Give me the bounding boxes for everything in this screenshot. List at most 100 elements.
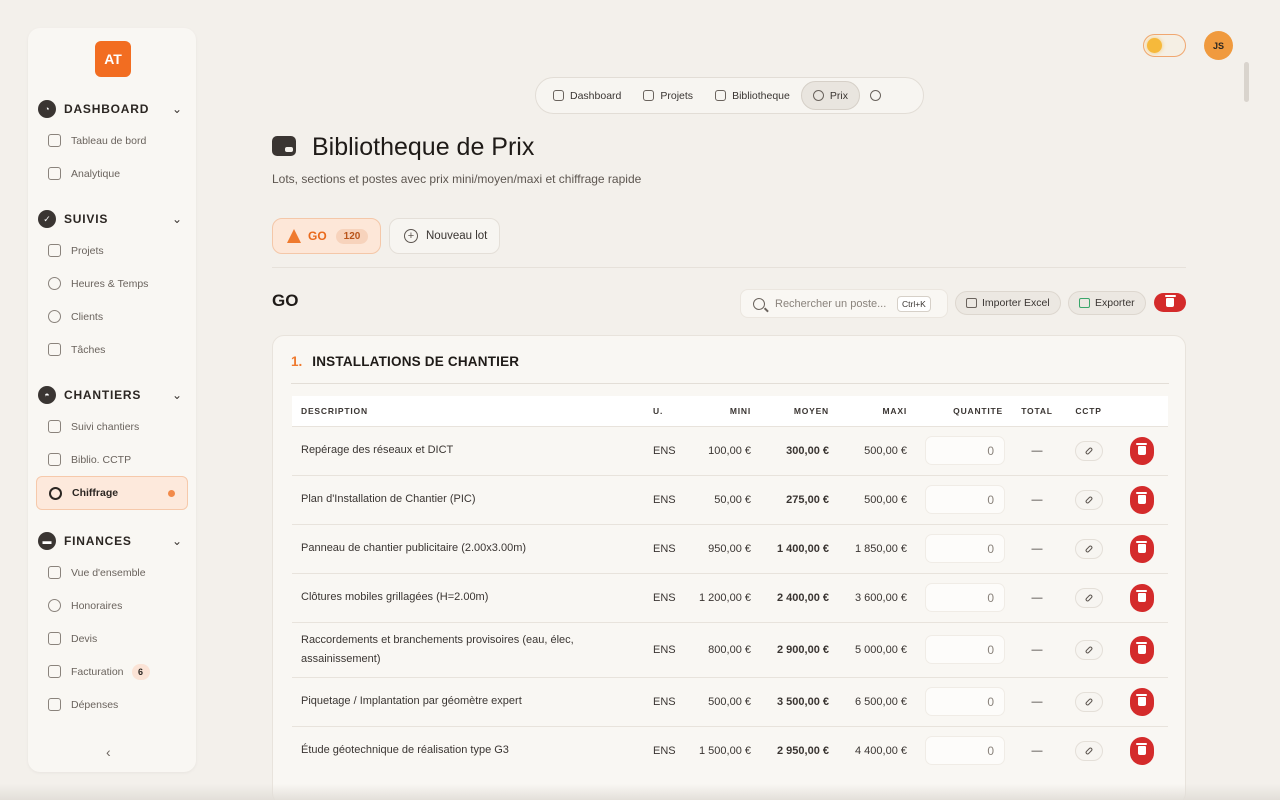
delete-row-button[interactable] — [1129, 687, 1154, 716]
shortcut-hint: Ctrl+K — [897, 295, 931, 312]
avatar[interactable]: JS — [1204, 31, 1233, 60]
sidebar-item-devis[interactable]: Devis — [28, 622, 196, 655]
app-logo[interactable]: AT — [95, 41, 131, 77]
delete-row-button[interactable] — [1129, 534, 1154, 563]
quantity-input[interactable]: 0 — [925, 687, 1005, 716]
table-row: Étude géotechnique de réalisation type G… — [292, 725, 1168, 775]
settings-button[interactable] — [860, 81, 891, 110]
sidebar-item-label: Honoraires — [71, 599, 123, 612]
building-icon — [48, 244, 61, 257]
trash-icon — [1164, 295, 1176, 307]
sidebar-item-taches[interactable]: Tâches — [28, 333, 196, 366]
row-description: Étude géotechnique de réalisation type G… — [292, 725, 644, 775]
chevron-down-icon: ⌄ — [172, 212, 183, 226]
tab-prix[interactable]: Prix — [800, 81, 860, 110]
sidebar-item-biblio-cctp[interactable]: Biblio. CCTP — [28, 443, 196, 476]
sidebar-item-facturation[interactable]: Facturation 6 — [28, 655, 196, 688]
row-actions-cell — [1115, 572, 1168, 622]
cctp-link-button[interactable] — [1074, 639, 1103, 660]
scrollbar[interactable] — [1244, 62, 1249, 102]
sidebar-item-vue-ensemble[interactable]: Vue d'ensemble — [28, 556, 196, 589]
trash-icon — [1136, 590, 1147, 602]
row-unit: ENS — [644, 676, 685, 726]
sidebar-item-suivi-chantiers[interactable]: Suivi chantiers — [28, 410, 196, 443]
delete-row-button[interactable] — [1129, 436, 1154, 465]
book-icon — [715, 90, 727, 101]
sidebar-item-projets[interactable]: Projets — [28, 234, 196, 267]
section-toggle-chantiers[interactable]: ◓ CHANTIERS ⌄ — [28, 384, 196, 406]
quantity-input[interactable]: 0 — [925, 583, 1005, 612]
quantity-input[interactable]: 0 — [925, 436, 1005, 465]
tab-dashboard[interactable]: Dashboard — [542, 81, 632, 110]
cctp-link-button[interactable] — [1074, 489, 1103, 510]
quantity-input[interactable]: 0 — [925, 534, 1005, 563]
row-maxi: 500,00 € — [838, 474, 916, 524]
search-input[interactable] — [775, 297, 891, 310]
bottom-fade — [0, 784, 1280, 800]
building-icon — [48, 420, 61, 433]
row-cctp-cell — [1062, 474, 1115, 524]
cctp-link-button[interactable] — [1074, 538, 1103, 559]
table-header: DESCRIPTION U. MINI MOYEN MAXI QUANTITE … — [292, 396, 1168, 426]
chart-icon — [48, 167, 61, 180]
trash-icon — [1136, 743, 1147, 756]
cctp-link-button[interactable] — [1074, 587, 1103, 608]
cctp-link-button[interactable] — [1074, 740, 1103, 761]
delete-row-button[interactable] — [1129, 485, 1154, 514]
section-toggle-finances[interactable]: ▬ FINANCES ⌄ — [28, 530, 196, 552]
sidebar-item-chiffrage[interactable]: Chiffrage — [36, 476, 188, 510]
table-row: Panneau de chantier publicitaire (2.00x3… — [292, 523, 1168, 573]
sun-icon — [1147, 37, 1162, 53]
section-toggle-suivis[interactable]: ✓ SUIVIS ⌄ — [28, 208, 196, 230]
row-cctp-cell — [1062, 621, 1115, 677]
sidebar-item-clients[interactable]: Clients — [28, 300, 196, 333]
section-title: INSTALLATIONS DE CHANTIER — [312, 354, 520, 369]
row-actions-cell — [1115, 621, 1168, 677]
link-icon — [1084, 697, 1093, 706]
sidebar-item-analytique[interactable]: Analytique — [28, 157, 196, 190]
new-lot-label: Nouveau lot — [426, 230, 488, 242]
sidebar-item-honoraires[interactable]: Honoraires — [28, 589, 196, 622]
tab-projets[interactable]: Projets — [632, 81, 704, 110]
quantity-input[interactable]: 0 — [925, 736, 1005, 766]
divider — [272, 267, 1186, 268]
trash-icon — [1136, 541, 1147, 553]
lot-tab-go[interactable]: GO 120 — [272, 218, 381, 254]
cctp-link-button[interactable] — [1074, 691, 1103, 712]
trash-icon — [1136, 492, 1147, 504]
price-table: DESCRIPTION U. MINI MOYEN MAXI QUANTITE … — [292, 396, 1168, 775]
quantity-input[interactable]: 0 — [925, 485, 1005, 514]
sidebar-item-heures-temps[interactable]: Heures & Temps — [28, 267, 196, 300]
sidebar-item-label: Chiffrage — [72, 487, 119, 499]
sidebar-item-depenses[interactable]: Dépenses — [28, 688, 196, 721]
doc-icon — [48, 632, 61, 645]
sidebar-item-tableau-de-bord[interactable]: Tableau de bord — [28, 124, 196, 157]
theme-toggle[interactable] — [1143, 34, 1186, 57]
gauge-icon: ◔ — [38, 100, 56, 118]
tab-bibliotheque[interactable]: Bibliotheque — [704, 81, 801, 110]
row-actions-cell — [1115, 425, 1168, 475]
link-icon — [1084, 645, 1093, 654]
lot-tab-label: GO — [308, 229, 327, 243]
delete-lot-button[interactable] — [1154, 293, 1186, 312]
import-excel-button[interactable]: Importer Excel — [955, 291, 1061, 315]
row-moyen: 275,00 € — [760, 474, 838, 524]
settings-icon — [48, 599, 61, 612]
top-nav: Dashboard Projets Bibliotheque Prix — [535, 77, 924, 114]
collapse-sidebar-icon[interactable]: ‹ — [106, 744, 111, 760]
delete-row-button[interactable] — [1129, 736, 1154, 765]
row-actions-cell — [1115, 676, 1168, 726]
column-header: MAXI — [838, 396, 916, 426]
folder-export-icon — [1079, 298, 1090, 308]
column-header: CCTP — [1062, 396, 1115, 426]
section-card: 1. INSTALLATIONS DE CHANTIER DESCRIPTION… — [272, 335, 1186, 800]
new-lot-button[interactable]: + Nouveau lot — [389, 218, 500, 254]
delete-row-button[interactable] — [1129, 583, 1154, 612]
section-label: DASHBOARD — [64, 102, 150, 116]
row-description: Piquetage / Implantation par géomètre ex… — [292, 676, 644, 726]
section-toggle-dashboard[interactable]: ◔ DASHBOARD ⌄ — [28, 98, 196, 120]
quantity-input[interactable]: 0 — [925, 635, 1005, 664]
cctp-link-button[interactable] — [1074, 440, 1103, 461]
export-button[interactable]: Exporter — [1068, 291, 1146, 315]
delete-row-button[interactable] — [1129, 635, 1154, 664]
